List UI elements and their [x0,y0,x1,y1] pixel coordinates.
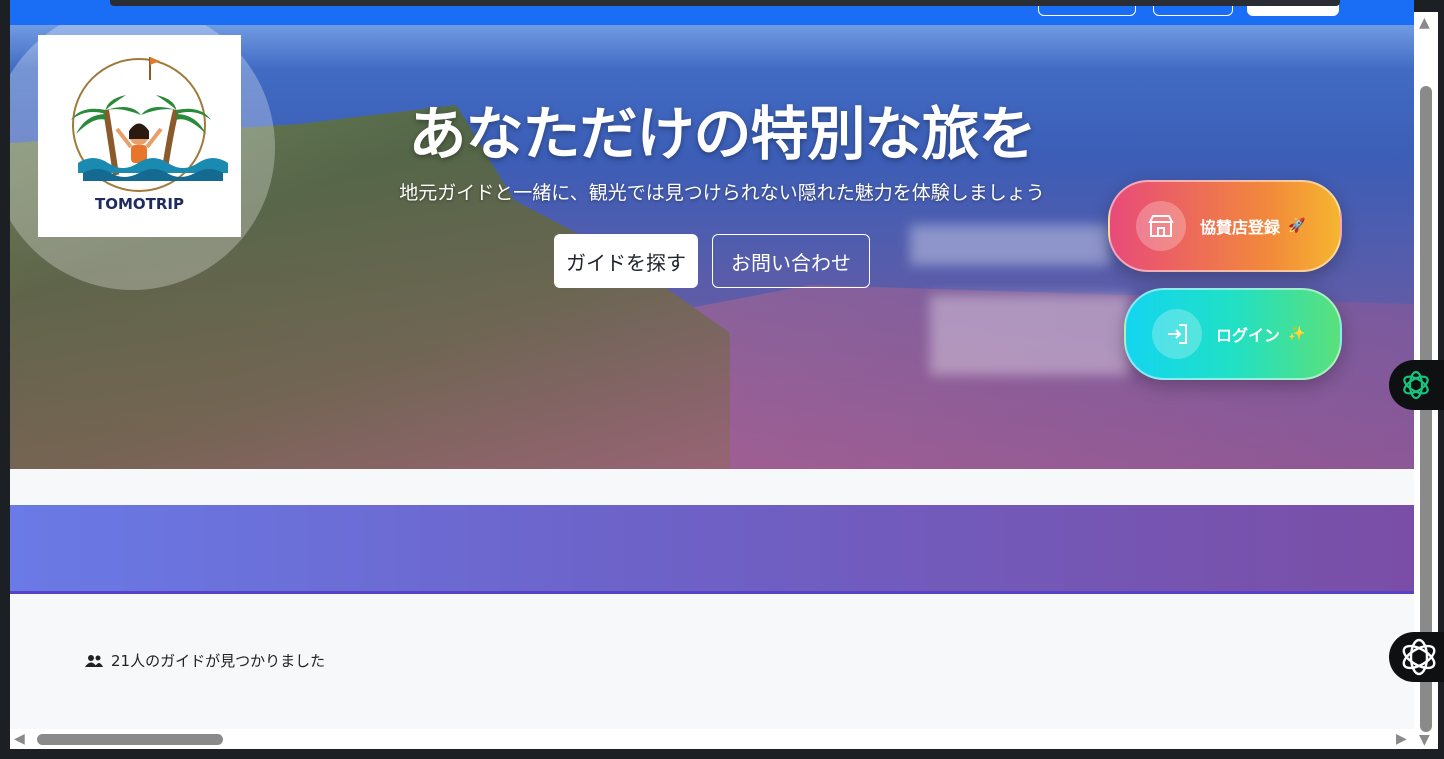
perplexity-icon [1402,638,1436,676]
rocket-icon: 🚀 [1288,218,1306,234]
guide-count-label: 21人のガイドが見つかりました [111,652,326,670]
chatgpt-sidebar-button[interactable] [1389,360,1444,410]
horizontal-scroll-thumb[interactable] [37,734,223,745]
hero-glow [910,225,1110,265]
login-button[interactable]: ログイン ✨ [1124,288,1342,380]
chatgpt-icon [1403,370,1429,400]
scroll-left-icon[interactable]: ◀ [14,732,25,746]
sponsor-register-label: 協賛店登録 [1200,218,1281,237]
scroll-up-icon[interactable]: ▲ [1419,16,1430,30]
sparkles-icon: ✨ [1288,326,1306,342]
horizontal-scrollbar[interactable]: ◀ ▶ [10,729,1414,749]
page-viewport: あなただけの特別な旅を 地元ガイドと一緒に、観光では見つけられない隠れた魅力を体… [10,0,1414,729]
scroll-down-icon[interactable]: ▼ [1419,733,1430,747]
search-filter-band [10,505,1414,594]
login-icon [1152,309,1202,359]
assistant-sidebar-button[interactable] [1389,632,1444,682]
sponsor-register-button[interactable]: 協賛店登録 🚀 [1108,180,1342,272]
find-guide-button[interactable]: ガイドを探す [554,234,698,288]
login-label: ログイン [1216,326,1281,345]
contact-button[interactable]: お問い合わせ [712,234,870,288]
scroll-right-icon[interactable]: ▶ [1396,732,1407,746]
store-icon [1136,201,1186,251]
hero-glow [930,295,1130,375]
users-icon [85,654,103,667]
site-logo[interactable]: TOMOTRIP [38,35,241,237]
logo-text: TOMOTRIP [94,195,185,213]
logo-emblem-icon [71,57,228,192]
guide-count-text: 21人のガイドが見つかりました [85,650,325,671]
browser-toolbar-edge [110,0,1340,6]
